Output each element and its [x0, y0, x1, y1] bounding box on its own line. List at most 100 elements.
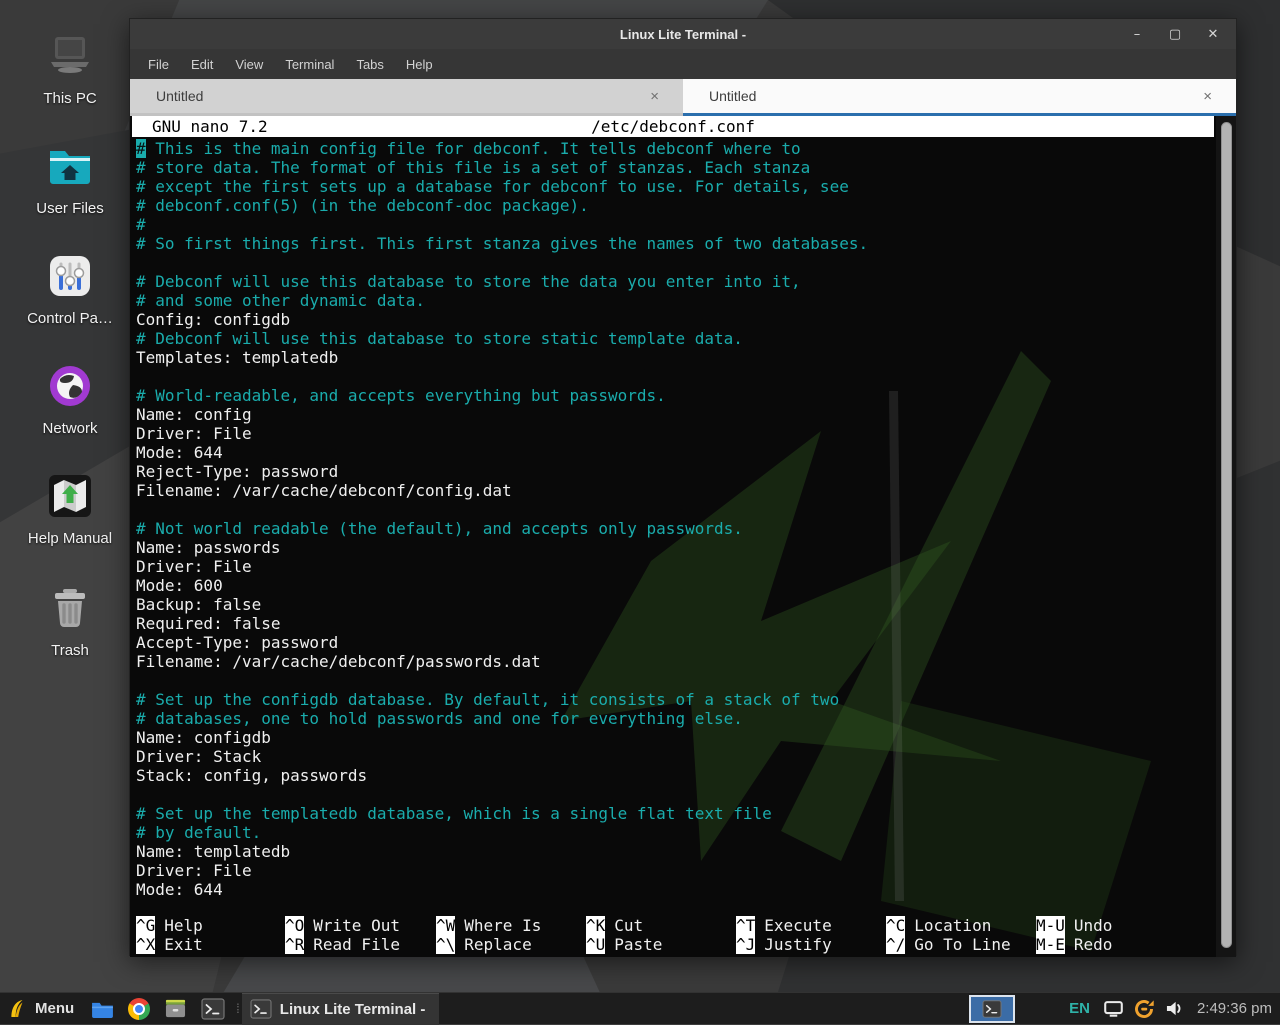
terminal-window: Linux Lite Terminal - – ▢ ✕ FileEditView… [129, 18, 1237, 956]
nano-editor-content[interactable]: # This is the main config file for debco… [136, 139, 1212, 899]
desktop-icon-this-pc[interactable]: This PC [22, 30, 118, 107]
shortcut-label: Execute [764, 916, 831, 935]
nano-shortcut-help: ^GHelp [136, 916, 285, 935]
nano-line: Backup: false [136, 595, 1212, 614]
terminal-icon [250, 999, 272, 1019]
menu-help[interactable]: Help [395, 53, 444, 76]
nano-filename: /etc/debconf.conf [132, 116, 1214, 137]
shortcut-label: Write Out [313, 916, 400, 935]
nano-line: Mode: 600 [136, 576, 1212, 595]
control-panel-icon [44, 250, 96, 302]
nano-shortcut-read-file: ^RRead File [285, 935, 436, 954]
terminal-view[interactable]: GNU nano 7.2 /etc/debconf.conf # This is… [130, 116, 1236, 957]
shortcut-key: ^/ [886, 935, 905, 954]
shortcut-key: ^J [736, 935, 755, 954]
desktop-icon-trash[interactable]: Trash [22, 582, 118, 659]
menu-terminal[interactable]: Terminal [274, 53, 345, 76]
desktop-icon-label: User Files [36, 200, 104, 217]
nano-shortcut-justify: ^J Justify [736, 935, 886, 954]
shortcut-key: ^K [586, 916, 605, 935]
menu-tabs[interactable]: Tabs [345, 53, 394, 76]
desktop-icon-network[interactable]: Network [22, 360, 118, 437]
shortcut-key: M-U [1036, 916, 1065, 935]
shortcut-key: ^T [736, 916, 755, 935]
nano-line: Driver: File [136, 861, 1212, 880]
nano-line: # debconf.conf(5) (in the debconf-doc pa… [136, 196, 1212, 215]
tray-terminal-button[interactable] [969, 995, 1015, 1023]
shortcut-label: Help [164, 916, 203, 935]
launcher-pager-icon[interactable] [91, 1000, 114, 1018]
nano-shortcut-redo: M-ERedo [1036, 935, 1216, 954]
nano-line: # Set up the configdb database. By defau… [136, 690, 1212, 709]
nano-line: Driver: File [136, 424, 1212, 443]
menu-file[interactable]: File [137, 53, 180, 76]
nano-line: Name: passwords [136, 538, 1212, 557]
speaker-icon[interactable] [1165, 1000, 1184, 1017]
network-globe-icon [44, 360, 96, 412]
nano-line: # Not world readable (the default), and … [136, 519, 1212, 538]
nano-line [136, 367, 1212, 386]
nano-line: # This is the main config file for debco… [136, 139, 1212, 158]
desktop-icon-label: This PC [43, 90, 96, 107]
scrollbar-track[interactable] [1216, 116, 1236, 957]
nano-shortcut-where-is: ^WWhere Is [436, 916, 586, 935]
shortcut-key: M-E [1036, 935, 1065, 954]
task-button-terminal[interactable]: Linux Lite Terminal - [242, 993, 440, 1025]
tab-close-icon[interactable]: × [1203, 88, 1212, 105]
nano-line: # World-readable, and accepts everything… [136, 386, 1212, 405]
nano-line: # and some other dynamic data. [136, 291, 1212, 310]
nano-shortcut-row: ^XExit^RRead File^\Replace^UPaste^JJusti… [136, 935, 1216, 954]
nano-shortcut-location: ^CLocation [886, 916, 1036, 935]
linux-lite-logo-icon[interactable] [8, 998, 25, 1019]
menu-bar: FileEditViewTerminalTabsHelp [130, 49, 1236, 79]
nano-title-bar: GNU nano 7.2 /etc/debconf.conf [132, 116, 1214, 137]
launcher-file-drawer-icon[interactable] [164, 998, 187, 1019]
nano-line: # except the first sets up a database fo… [136, 177, 1212, 196]
close-icon[interactable]: ✕ [1206, 27, 1220, 42]
menu-button[interactable]: Menu [35, 1000, 74, 1017]
nano-shortcut-exit: ^XExit [136, 935, 285, 954]
menu-view[interactable]: View [224, 53, 274, 76]
window-titlebar[interactable]: Linux Lite Terminal - – ▢ ✕ [130, 19, 1236, 49]
tab-close-icon[interactable]: × [650, 88, 659, 105]
desktop-icon-control-pa[interactable]: Control Pa… [22, 250, 118, 327]
update-icon[interactable] [1133, 998, 1155, 1020]
nano-line: Stack: config, passwords [136, 766, 1212, 785]
maximize-icon[interactable]: ▢ [1168, 27, 1182, 42]
display-icon[interactable] [1104, 1001, 1123, 1017]
nano-line: # Debconf will use this database to stor… [136, 272, 1212, 291]
desktop-icon-label: Network [42, 420, 97, 437]
shortcut-key: ^R [285, 935, 304, 954]
tab-label: Untitled [156, 88, 203, 104]
task-button-label: Linux Lite Terminal - [280, 1001, 426, 1018]
shortcut-label: Where Is [464, 916, 541, 935]
language-indicator[interactable]: EN [1069, 1000, 1090, 1017]
shortcut-key: ^U [586, 935, 605, 954]
clock[interactable]: 2:49:36 pm [1197, 1000, 1272, 1017]
tab-2-active[interactable]: Untitled× [683, 79, 1236, 116]
minimize-icon[interactable]: – [1130, 27, 1144, 42]
shortcut-label: Justify [764, 935, 831, 954]
desktop-icon-help-manual[interactable]: Help Manual [22, 470, 118, 547]
launcher-terminal-icon[interactable] [201, 998, 225, 1020]
nano-line [136, 671, 1212, 690]
nano-line [136, 253, 1212, 272]
nano-line: Accept-Type: password [136, 633, 1212, 652]
menu-edit[interactable]: Edit [180, 53, 224, 76]
taskbar-separator: ⁞ [236, 1001, 238, 1016]
nano-line: Name: config [136, 405, 1212, 424]
desktop-icon-user-files[interactable]: User Files [22, 140, 118, 217]
window-title: Linux Lite Terminal - [620, 27, 746, 42]
tab-1[interactable]: Untitled × [130, 79, 683, 116]
window-controls: – ▢ ✕ [1130, 19, 1220, 49]
shortcut-label: Exit [164, 935, 203, 954]
shortcut-label: Location [914, 916, 991, 935]
launcher-chrome-icon[interactable] [128, 998, 150, 1020]
nano-line [136, 785, 1212, 804]
nano-line: # databases, one to hold passwords and o… [136, 709, 1212, 728]
nano-line: Mode: 644 [136, 443, 1212, 462]
nano-shortcut-go-to-line: ^/Go To Line [886, 935, 1036, 954]
scrollbar-thumb[interactable] [1221, 122, 1232, 948]
nano-line: # [136, 215, 1212, 234]
nano-line: Reject-Type: password [136, 462, 1212, 481]
